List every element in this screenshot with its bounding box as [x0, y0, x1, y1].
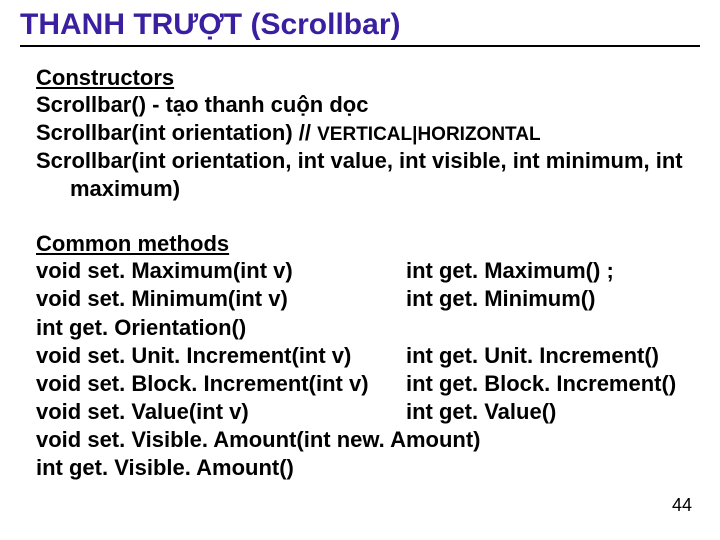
method-right: int get. Value(): [406, 398, 684, 426]
method-row: void set. Unit. Increment(int v) int get…: [36, 342, 684, 370]
page-number: 44: [672, 495, 692, 516]
constructor-line-1: Scrollbar() - tạo thanh cuộn dọc: [36, 91, 684, 119]
constructor-line-2b: VERTICAL|HORIZONTAL: [317, 124, 540, 145]
constructors-section: Constructors Scrollbar() - tạo thanh cuộ…: [36, 65, 684, 204]
method-right: int get. Block. Increment(): [406, 370, 684, 398]
slide: THANH TRƯỢT (Scrollbar) Constructors Scr…: [0, 0, 720, 540]
methods-section: Common methods void set. Maximum(int v) …: [36, 231, 684, 482]
method-right: int get. Unit. Increment(): [406, 342, 684, 370]
method-row: void set. Value(int v) int get. Value(): [36, 398, 684, 426]
method-row: int get. Orientation(): [36, 314, 684, 342]
methods-heading: Common methods: [36, 231, 684, 257]
method-left: void set. Value(int v): [36, 398, 406, 426]
method-left: int get. Visible. Amount(): [36, 454, 406, 482]
method-left: void set. Maximum(int v): [36, 257, 406, 285]
method-left: void set. Minimum(int v): [36, 285, 406, 313]
method-left: void set. Visible. Amount(int new. Amoun…: [36, 426, 481, 454]
method-left: int get. Orientation(): [36, 314, 406, 342]
method-right: [406, 314, 684, 342]
constructor-line-2: Scrollbar(int orientation) // VERTICAL|H…: [36, 119, 684, 147]
method-left: void set. Block. Increment(int v): [36, 370, 406, 398]
constructors-heading: Constructors: [36, 65, 684, 91]
method-row: int get. Visible. Amount(): [36, 454, 684, 482]
method-row: void set. Visible. Amount(int new. Amoun…: [36, 426, 684, 454]
method-right: int get. Maximum() ;: [406, 257, 684, 285]
method-row: void set. Maximum(int v) int get. Maximu…: [36, 257, 684, 285]
method-right: int get. Minimum(): [406, 285, 684, 313]
constructor-line-3a: Scrollbar(int orientation, int value, in…: [36, 147, 684, 175]
constructor-line-2a: Scrollbar(int orientation) //: [36, 120, 317, 145]
method-left: void set. Unit. Increment(int v): [36, 342, 406, 370]
method-row: void set. Block. Increment(int v) int ge…: [36, 370, 684, 398]
spacer: [20, 203, 700, 225]
constructor-line-3b: maximum): [36, 175, 684, 203]
slide-title: THANH TRƯỢT (Scrollbar): [20, 8, 700, 47]
method-row: void set. Minimum(int v) int get. Minimu…: [36, 285, 684, 313]
